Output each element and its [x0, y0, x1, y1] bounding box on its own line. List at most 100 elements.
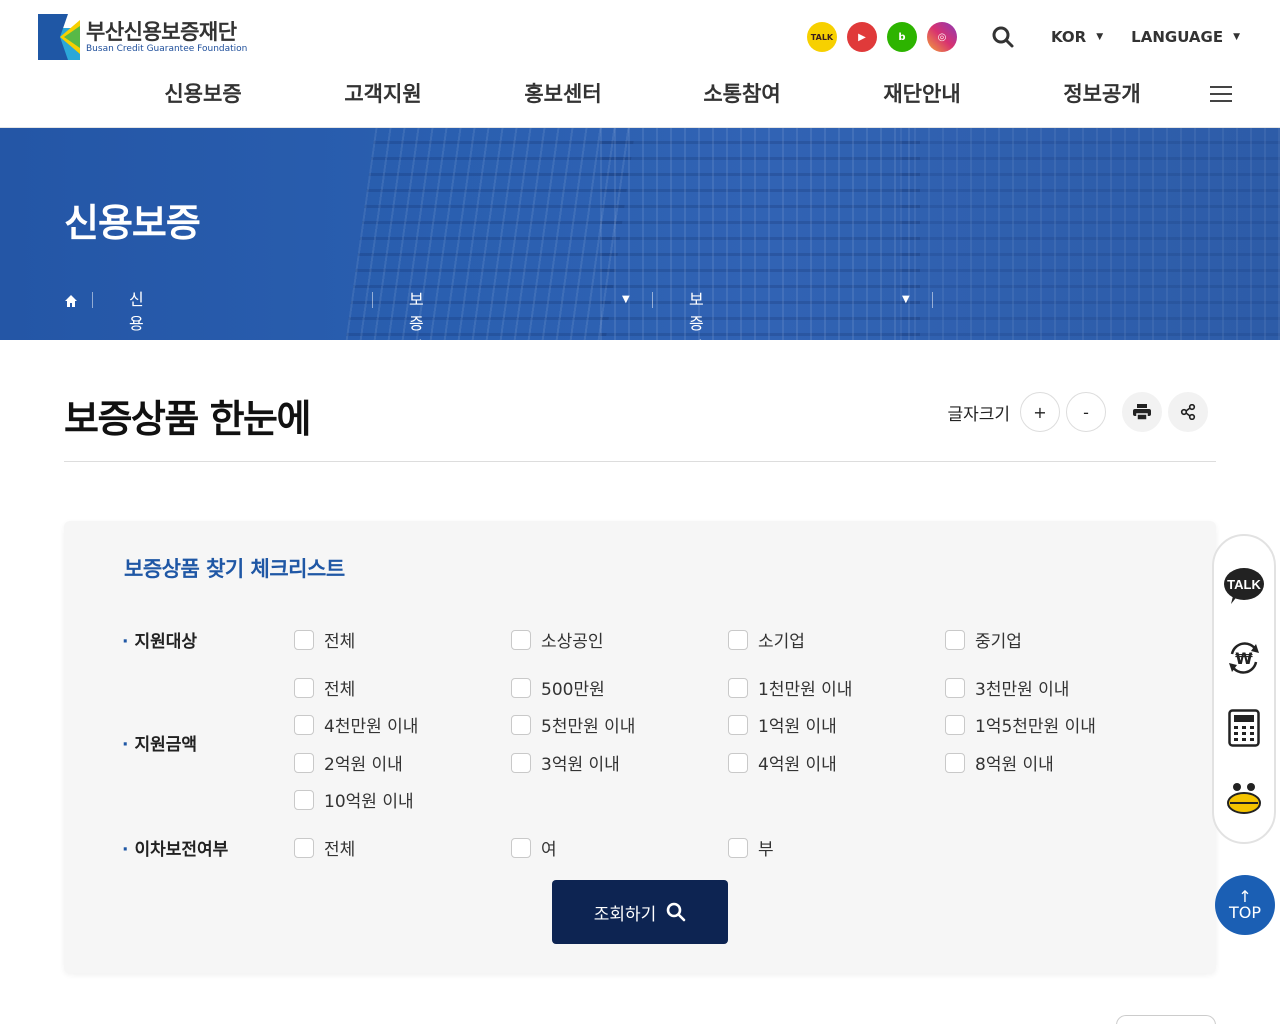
checkbox[interactable]	[294, 714, 314, 735]
chevron-down-icon[interactable]: ▼	[902, 288, 910, 312]
checkbox[interactable]	[294, 789, 314, 810]
mascot-character-icon[interactable]	[1214, 768, 1274, 828]
option-label: 3억원 이내	[541, 755, 620, 775]
support-target-label: 지원대상	[122, 627, 197, 652]
checkbox[interactable]	[294, 677, 314, 698]
breadcrumb-item-2[interactable]: 보증상품안내	[409, 288, 424, 340]
chevron-down-icon[interactable]: ▼	[622, 288, 630, 312]
language-select[interactable]: LANGUAGE ▼	[1131, 28, 1240, 46]
checkbox[interactable]	[728, 629, 748, 650]
quick-menu: TALK ₩	[1212, 534, 1276, 844]
language-kor-label: KOR	[1050, 28, 1087, 46]
instagram-icon[interactable]: ◎	[926, 22, 957, 52]
print-icon[interactable]	[1122, 392, 1162, 432]
checkbox[interactable]	[511, 629, 531, 650]
kakao-talk-chat-icon[interactable]: TALK	[1214, 556, 1274, 616]
checkbox[interactable]	[294, 752, 314, 773]
option-label: 소상공인	[541, 632, 604, 652]
breadcrumb-item-1[interactable]: 신용보증	[129, 288, 144, 340]
logo[interactable]: 부산신용보증재단 Busan Credit Guarantee Foundati…	[38, 14, 247, 60]
home-icon[interactable]	[64, 293, 78, 307]
amount-option[interactable]: 10억원 이내	[294, 787, 414, 812]
interest-option[interactable]: 부	[728, 835, 774, 860]
logo-mark-icon	[38, 14, 80, 60]
search-button[interactable]: 조회하기	[552, 880, 728, 944]
target-option[interactable]: 중기업	[945, 627, 1022, 652]
breadcrumb-item-3[interactable]: 보증상품 한눈에	[689, 288, 704, 340]
calculator-icon[interactable]	[1214, 698, 1274, 758]
font-size-increase-button[interactable]: +	[1020, 392, 1060, 432]
target-option[interactable]: 전체	[294, 627, 355, 652]
amount-option[interactable]: 3천만원 이내	[945, 675, 1069, 700]
target-option[interactable]: 소상공인	[511, 627, 604, 652]
won-label: ₩	[1235, 649, 1253, 668]
site-header: 부산신용보증재단 Busan Credit Guarantee Foundati…	[0, 0, 1280, 128]
option-label: 500만원	[541, 680, 605, 700]
nav-item-customer-support[interactable]: 고객지원	[293, 78, 473, 108]
option-label: 여	[541, 840, 557, 860]
checkbox[interactable]	[294, 837, 314, 858]
checkbox[interactable]	[511, 677, 531, 698]
search-icon[interactable]	[991, 25, 1015, 49]
option-label: 중기업	[975, 632, 1022, 652]
share-icon[interactable]	[1168, 392, 1208, 432]
option-label: 전체	[324, 840, 356, 860]
breadcrumb-separator	[372, 292, 373, 308]
youtube-icon[interactable]: ▶	[846, 22, 877, 52]
font-size-decrease-button[interactable]: -	[1066, 392, 1106, 432]
amount-option[interactable]: 4천만원 이내	[294, 712, 418, 737]
option-label: 8억원 이내	[975, 755, 1054, 775]
nav-item-participation[interactable]: 소통참여	[652, 78, 832, 108]
checkbox[interactable]	[511, 837, 531, 858]
nav-item-credit-guarantee[interactable]: 신용보증	[113, 78, 293, 108]
checkbox[interactable]	[945, 629, 965, 650]
option-label: 4억원 이내	[758, 755, 837, 775]
checkbox[interactable]	[945, 752, 965, 773]
search-button-label: 조회하기	[593, 904, 657, 925]
font-size-label: 글자크기	[947, 404, 1010, 425]
nav-item-info-disclosure[interactable]: 정보공개	[1012, 78, 1192, 108]
option-label: 1천만원 이내	[758, 680, 853, 700]
kakao-talk-icon[interactable]: TALK	[806, 22, 837, 52]
checkbox[interactable]	[728, 714, 748, 735]
talk-label: TALK	[1227, 577, 1261, 592]
currency-exchange-icon[interactable]: ₩	[1214, 628, 1274, 688]
nav-item-foundation-info[interactable]: 재단안내	[832, 78, 1012, 108]
amount-option[interactable]: 4억원 이내	[728, 750, 837, 775]
nav-item-pr-center[interactable]: 홍보센터	[473, 78, 653, 108]
checkbox[interactable]	[294, 629, 314, 650]
amount-option[interactable]: 500만원	[511, 675, 605, 700]
option-label: 부	[758, 840, 774, 860]
bottom-button-peek[interactable]	[1116, 1015, 1216, 1024]
checkbox[interactable]	[728, 677, 748, 698]
scroll-top-button[interactable]: ↑ TOP	[1215, 875, 1275, 935]
checkbox[interactable]	[728, 837, 748, 858]
amount-option[interactable]: 2억원 이내	[294, 750, 403, 775]
amount-option[interactable]: 1억원 이내	[728, 712, 837, 737]
amount-option[interactable]: 3억원 이내	[511, 750, 620, 775]
interest-subsidy-label: 이차보전여부	[122, 835, 228, 860]
language-kor-select[interactable]: KOR ▼	[1051, 28, 1103, 46]
sub-visual-banner: 신용보증 신용보증 보증상품안내 ▼ 보증상품 한눈에 ▼	[0, 128, 1280, 340]
option-label: 2억원 이내	[324, 755, 403, 775]
checkbox[interactable]	[728, 752, 748, 773]
option-label: 5천만원 이내	[541, 717, 636, 737]
blog-icon[interactable]: b	[886, 22, 917, 52]
interest-option[interactable]: 전체	[294, 835, 355, 860]
checkbox[interactable]	[945, 677, 965, 698]
interest-option[interactable]: 여	[511, 835, 557, 860]
checkbox[interactable]	[511, 752, 531, 773]
amount-option[interactable]: 1억5천만원 이내	[945, 712, 1096, 737]
target-option[interactable]: 소기업	[728, 627, 805, 652]
option-label: 3천만원 이내	[975, 680, 1070, 700]
amount-option[interactable]: 8억원 이내	[945, 750, 1054, 775]
language-label: LANGUAGE	[1131, 28, 1224, 46]
checkbox[interactable]	[511, 714, 531, 735]
hamburger-menu-icon[interactable]	[1210, 86, 1232, 102]
amount-option[interactable]: 5천만원 이내	[511, 712, 635, 737]
option-label: 10억원 이내	[324, 792, 414, 812]
amount-option[interactable]: 전체	[294, 675, 355, 700]
checkbox[interactable]	[945, 714, 965, 735]
breadcrumb-separator	[652, 292, 653, 308]
amount-option[interactable]: 1천만원 이내	[728, 675, 852, 700]
